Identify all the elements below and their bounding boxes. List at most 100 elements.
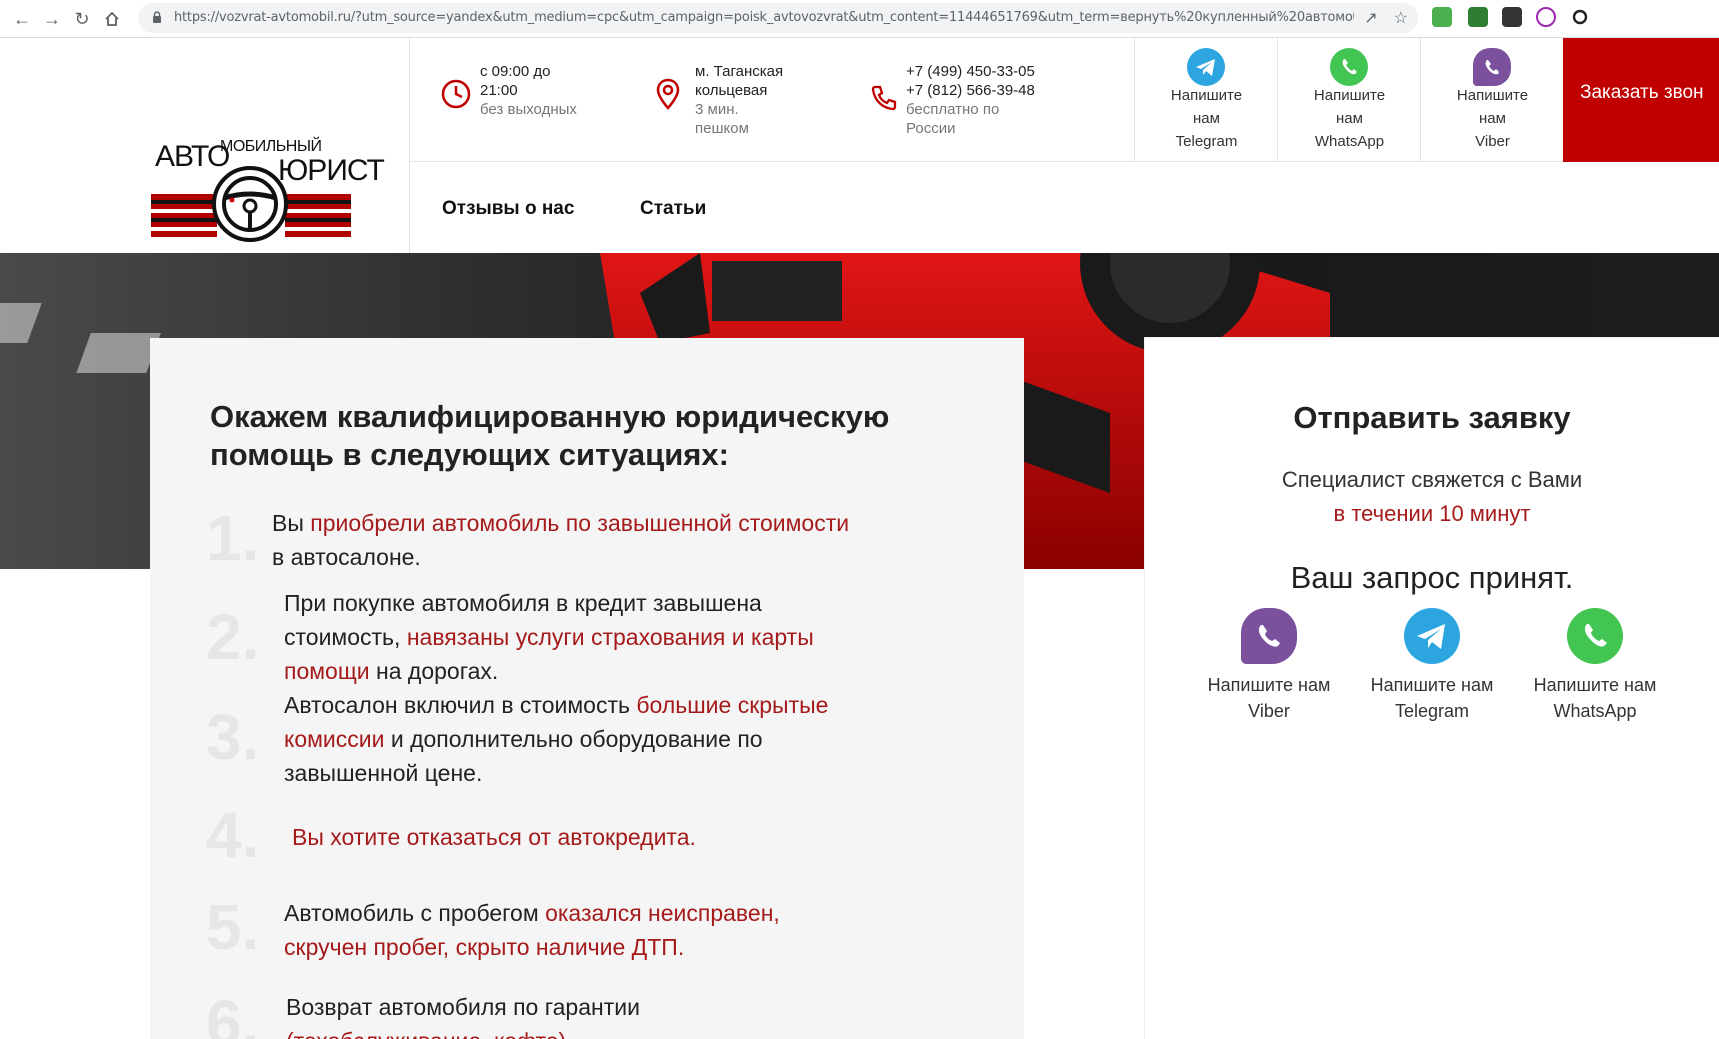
- messenger-label: Telegram: [1394, 701, 1470, 721]
- item-text: и дополнительно оборудование по: [384, 726, 763, 752]
- viber-icon: [1241, 608, 1297, 664]
- order-call-button[interactable]: Заказать звон: [1563, 38, 1719, 162]
- title-line: Окажем квалифицированную юридическую: [210, 399, 890, 434]
- extension-glasses-icon[interactable]: [1502, 7, 1522, 27]
- steering-wheel-icon: [212, 166, 288, 242]
- header-telegram-link[interactable]: Напишите нам Telegram: [1134, 38, 1277, 162]
- address-line: кольцевая: [695, 82, 768, 99]
- phone-note: бесплатно по: [906, 101, 1000, 118]
- item-text: При покупке автомобиля в кредит завышена: [284, 590, 762, 616]
- item-highlight: большие скрытые: [636, 692, 829, 718]
- item-text: Автосалон включил в стоимость: [284, 692, 637, 718]
- messenger-label: Напишите: [1456, 87, 1529, 104]
- item-highlight: помощи: [284, 658, 370, 684]
- item-number: 4.: [206, 799, 260, 871]
- item-text: Вы: [272, 510, 311, 536]
- item-number: 3.: [206, 701, 260, 773]
- menu-item-articles[interactable]: Статьи: [640, 198, 706, 220]
- share-icon[interactable]: ↗: [1364, 8, 1377, 28]
- item-highlight: комиссии: [284, 726, 385, 752]
- messenger-label: Напишите: [1170, 87, 1243, 104]
- messenger-label: нам: [1193, 110, 1220, 127]
- map-pin-icon: [656, 78, 680, 110]
- item-highlight: приобрели автомобиль по завышенной стоим…: [310, 510, 850, 536]
- item-text: Автомобиль с пробегом: [284, 900, 546, 926]
- extension-q-icon[interactable]: [1432, 7, 1452, 27]
- messenger-label: WhatsApp: [1314, 133, 1385, 150]
- item-highlight: скручен пробег, скрыто наличие ДТП.: [284, 934, 685, 960]
- forward-icon[interactable]: →: [38, 5, 66, 33]
- reload-icon[interactable]: ↻: [68, 5, 96, 33]
- phones: +7 (499) 450-33-05 +7 (812) 566-39-48 бе…: [906, 62, 1035, 138]
- item-highlight: (техобслуживание, кофте): [286, 1024, 640, 1039]
- item-text: Возврат автомобиля по гарантии: [286, 994, 640, 1020]
- item-text: в автосалоне.: [272, 544, 421, 570]
- working-hours: с 09:00 до 21:00 без выходных: [480, 62, 577, 119]
- hours-line: с 09:00 до: [480, 63, 551, 80]
- situation-item: Автосалон включил в стоимость большие ск…: [284, 688, 828, 790]
- telegram-icon: [1404, 608, 1460, 664]
- telegram-icon: [1187, 48, 1225, 86]
- clock-icon: [441, 79, 471, 109]
- item-number: 2.: [206, 601, 260, 673]
- hours-line: 21:00: [480, 82, 518, 99]
- menu-item-reviews[interactable]: Отзывы о нас: [442, 198, 574, 220]
- item-number: 1.: [206, 502, 260, 574]
- situation-item: Автомобиль с пробегом оказался неисправе…: [284, 896, 780, 964]
- item-number: 6.: [206, 987, 260, 1039]
- messenger-label: WhatsApp: [1553, 701, 1637, 721]
- title-line: помощь в следующих ситуациях:: [210, 437, 729, 472]
- address-note: 3 мин.: [695, 101, 739, 118]
- extension-sync-icon[interactable]: [1570, 7, 1590, 27]
- item-highlight: навязаны услуги страхования и карты: [406, 624, 814, 650]
- address-bar[interactable]: https://vozvrat-avtomobil.ru/?utm_source…: [138, 3, 1418, 33]
- item-text: стоимость,: [284, 624, 407, 650]
- hours-note: без выходных: [480, 101, 577, 118]
- messenger-label: Напишите: [1313, 87, 1386, 104]
- address-note: пешком: [695, 120, 749, 137]
- messenger-label: Напишите нам: [1207, 675, 1331, 695]
- messenger-label: Viber: [1475, 133, 1510, 150]
- phone-note: России: [906, 120, 956, 137]
- header-viber-link[interactable]: Напишите нам Viber: [1420, 38, 1563, 162]
- bookmark-star-icon[interactable]: ☆: [1394, 8, 1408, 28]
- messenger-label: нам: [1336, 110, 1363, 127]
- browser-toolbar: ← → ↻ https://vozvrat-avtomobil.ru/?utm_…: [0, 0, 1719, 38]
- extension-clock-icon[interactable]: [1536, 7, 1556, 27]
- viber-icon: [1473, 48, 1511, 86]
- situation-item: Вы хотите отказаться от автокредита.: [292, 824, 696, 850]
- situation-item: Возврат автомобиля по гарантии (техобслу…: [286, 990, 640, 1039]
- request-title: Отправить заявку: [1293, 400, 1571, 435]
- logo-text-yurist: ЮРИСТ: [278, 154, 385, 187]
- messenger-label: Напишите нам: [1370, 675, 1494, 695]
- request-accepted-message: Ваш запрос принят.: [1290, 560, 1574, 595]
- item-highlight: оказался неисправен,: [545, 900, 780, 926]
- subtitle-line: Специалист свяжется с Вами: [1281, 467, 1583, 492]
- situations-card: Окажем квалифицированную юридическую пом…: [150, 338, 1024, 1039]
- situation-item: При покупке автомобиля в кредит завышена…: [284, 586, 814, 688]
- lock-icon: [153, 11, 161, 23]
- home-icon[interactable]: [98, 5, 126, 33]
- extension-mail-icon[interactable]: [1468, 7, 1488, 27]
- request-subtitle: Специалист свяжется с Вами в течении 10 …: [1145, 463, 1719, 531]
- site-logo[interactable]: АВТО МОБИЛЬНЫЙ ЮРИСТ: [148, 96, 398, 246]
- item-number: 5.: [206, 891, 260, 963]
- situation-item: Вы приобрели автомобиль по завышенной ст…: [272, 506, 849, 574]
- address-line: м. Таганская: [695, 63, 784, 80]
- whatsapp-icon: [1567, 608, 1623, 664]
- phone-icon: [871, 85, 897, 111]
- address: м. Таганская кольцевая 3 мин. пешком: [695, 62, 783, 138]
- messenger-label: Viber: [1248, 701, 1290, 721]
- messenger-label: нам: [1479, 110, 1506, 127]
- whatsapp-icon: [1330, 48, 1368, 86]
- site-header: АВТО МОБИЛЬНЫЙ ЮРИСТ с 09:00 до 21:00 бе…: [0, 38, 1719, 253]
- messenger-label: Telegram: [1175, 133, 1238, 150]
- request-card: Отправить заявку Специалист свяжется с В…: [1145, 338, 1719, 1039]
- header-whatsapp-link[interactable]: Напишите нам WhatsApp: [1277, 38, 1420, 162]
- phone-number-link[interactable]: +7 (499) 450-33-05: [906, 62, 1035, 81]
- back-icon[interactable]: ←: [8, 5, 36, 33]
- phone-number-link[interactable]: +7 (812) 566-39-48: [906, 81, 1035, 100]
- subtitle-highlight: в течении 10 минут: [1333, 501, 1531, 526]
- item-text: завышенной цене.: [284, 760, 483, 786]
- messenger-label: Напишите нам: [1533, 675, 1657, 695]
